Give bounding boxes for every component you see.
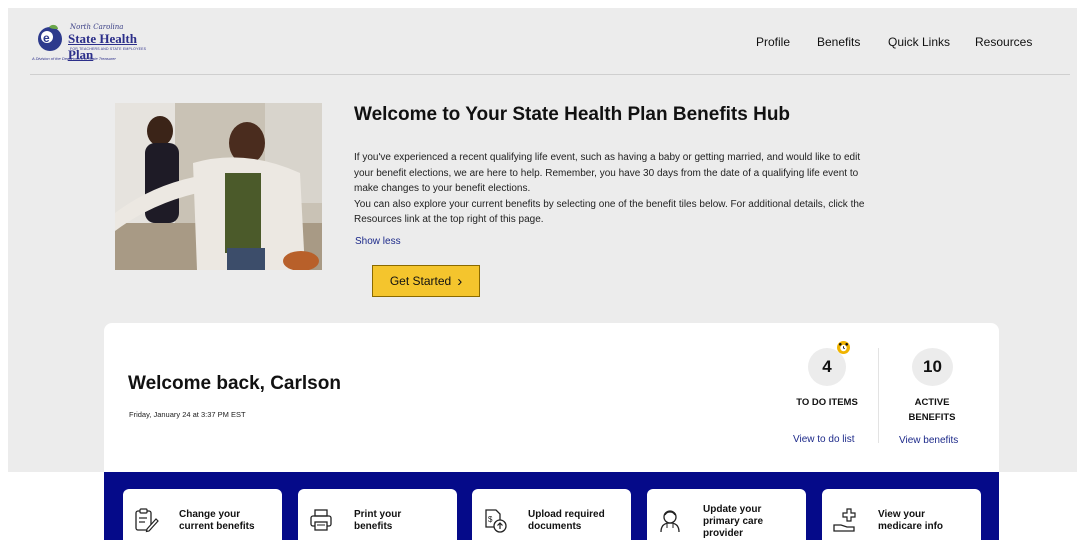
welcome-date: Friday, January 24 at 3:37 PM EST: [129, 410, 246, 419]
tile-line1: Change your: [179, 509, 241, 520]
alarm-clock-icon: [837, 341, 850, 354]
active-benefits-label: ACTIVE BENEFITS: [888, 395, 976, 425]
header-divider: [30, 74, 1070, 75]
hero-description: If you've experienced a recent qualifyin…: [354, 150, 879, 228]
tile-line1: Update your: [703, 504, 762, 515]
active-label-line2: BENEFITS: [908, 412, 956, 423]
tile-label: Print your benefits: [354, 509, 452, 533]
nav-quick-links[interactable]: Quick Links: [888, 35, 950, 49]
logo-subtext: FOR TEACHERS AND STATE EMPLOYEES: [70, 47, 147, 51]
active-label-line1: ACTIVE: [914, 397, 950, 408]
tile-line2: benefits: [354, 521, 393, 532]
show-less-link[interactable]: Show less: [355, 236, 401, 247]
tile-line2: primary care: [703, 516, 764, 527]
tile-update-provider[interactable]: Update your primary care provider: [647, 489, 806, 549]
printer-icon: [310, 509, 332, 531]
tile-upload-documents[interactable]: $ Upload required documents: [472, 489, 631, 549]
tile-label: Update your primary care provider: [703, 504, 801, 540]
hero-paragraph-2: You can also explore your current benefi…: [354, 198, 865, 226]
tile-label: View your medicare info: [878, 509, 976, 533]
tile-line2: current benefits: [179, 521, 255, 532]
hero-family-photo: [115, 103, 322, 270]
tile-print-benefits[interactable]: Print your benefits: [298, 489, 457, 549]
doctor-icon: [660, 510, 680, 533]
tile-label: Upload required documents: [528, 509, 626, 533]
svg-text:$: $: [488, 515, 493, 524]
logo-division: A Division of the Department of State Tr…: [32, 56, 116, 61]
medical-hand-icon: [833, 508, 856, 532]
tile-label: Change your current benefits: [179, 509, 277, 533]
clipboard-edit-icon: [135, 508, 159, 533]
get-started-label: Get Started: [389, 274, 452, 288]
get-started-button[interactable]: Get Started ›: [372, 265, 480, 297]
view-benefits-link[interactable]: View benefits: [899, 435, 958, 446]
state-health-plan-logo[interactable]: e North Carolina State Health Plan FOR T…: [30, 22, 160, 64]
logo-mark-icon: e: [38, 24, 62, 51]
hero-title: Welcome to Your State Health Plan Benefi…: [354, 104, 791, 125]
tile-change-benefits[interactable]: Change your current benefits: [123, 489, 282, 549]
tile-medicare-info[interactable]: View your medicare info: [822, 489, 981, 549]
document-upload-icon: $: [485, 509, 507, 533]
chevron-right-icon: ›: [457, 272, 463, 290]
tile-line2: documents: [528, 521, 582, 532]
welcome-title: Welcome back, Carlson: [128, 373, 341, 394]
tile-line3: provider: [703, 528, 744, 539]
tile-line1: View your: [878, 509, 926, 520]
view-todo-link[interactable]: View to do list: [793, 434, 855, 445]
tile-line1: Upload required: [528, 509, 605, 520]
todo-label: TO DO ITEMS: [796, 397, 858, 408]
nav-benefits[interactable]: Benefits: [817, 35, 860, 49]
hero-paragraph-1: If you've experienced a recent qualifyin…: [354, 152, 861, 194]
logo-script: North Carolina: [70, 23, 124, 31]
nav-resources[interactable]: Resources: [975, 35, 1032, 49]
stats-divider: [878, 348, 879, 443]
active-benefits-count: 10: [912, 348, 953, 386]
nav-profile[interactable]: Profile: [756, 35, 790, 49]
svg-text:e: e: [43, 31, 50, 45]
tile-line1: Print your: [354, 509, 402, 520]
tile-line2: medicare info: [878, 521, 944, 532]
